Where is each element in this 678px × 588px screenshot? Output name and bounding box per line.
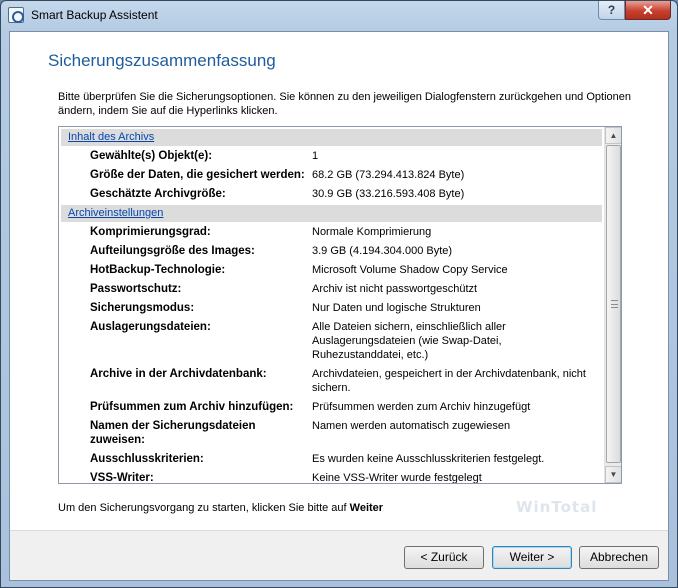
row-key: Archive in der Archivdatenbank: <box>90 368 267 380</box>
row-value: 68.2 GB (73.294.413.824 Byte) <box>312 169 465 181</box>
watermark-logo: WinTotal <box>516 498 598 516</box>
row-value: Es wurden keine Ausschlusskriterien fest… <box>312 453 545 465</box>
intro-text: Bitte überprüfen Sie die Sicherungsoptio… <box>58 91 631 117</box>
scroll-thumb[interactable] <box>606 145 621 463</box>
summary-list[interactable]: Inhalt des Archivs Gewählte(s) Objekt(e)… <box>58 126 622 484</box>
wizard-window: Smart Backup Assistent ? ✕ Sicherungszus… <box>0 0 678 588</box>
summary-row: Auslagerungsdateien: Alle Dateien sicher… <box>59 317 604 364</box>
row-value: Archivdateien, gespeichert in der Archiv… <box>312 368 586 394</box>
link-archive-content[interactable]: Inhalt des Archivs <box>68 131 154 143</box>
row-value: 3.9 GB (4.194.304.000 Byte) <box>312 245 453 257</box>
page-title: Sicherungszusammenfassung <box>48 51 276 70</box>
footer-bold-text: Weiter <box>349 502 384 514</box>
app-icon <box>8 7 24 23</box>
summary-row: Aufteilungsgröße des Images: 3.9 GB (4.1… <box>59 241 604 260</box>
footer-instruction: Um den Sicherungsvorgang zu starten, kli… <box>58 502 383 514</box>
row-key: Passwortschutz: <box>90 283 182 295</box>
row-value: 30.9 GB (33.216.593.408 Byte) <box>312 188 465 200</box>
row-value: 1 <box>312 150 319 162</box>
title-bar[interactable]: Smart Backup Assistent ? ✕ <box>1 1 677 31</box>
summary-row: Namen der Sicherungsdateien zuweisen: Na… <box>59 416 604 449</box>
summary-row: Passwortschutz: Archiv ist nicht passwor… <box>59 279 604 298</box>
back-button[interactable]: < Zurück <box>404 546 484 569</box>
section-header-archive-settings: Archiveinstellungen <box>61 205 602 222</box>
window-title: Smart Backup Assistent <box>31 8 158 22</box>
row-key: Sicherungsmodus: <box>90 302 195 314</box>
summary-row: Geschätzte Archivgröße: 30.9 GB (33.216.… <box>59 184 604 203</box>
summary-row: Größe der Daten, die gesichert werden: 6… <box>59 165 604 184</box>
row-key: Komprimierungsgrad: <box>90 226 211 238</box>
link-archive-settings[interactable]: Archiveinstellungen <box>68 207 163 219</box>
summary-row: Ausschlusskriterien: Es wurden keine Aus… <box>59 449 604 468</box>
row-key: Aufteilungsgröße des Images: <box>90 245 255 257</box>
summary-row: VSS-Writer: Keine VSS-Writer wurde festg… <box>59 468 604 483</box>
footer-divider <box>10 530 668 531</box>
row-value: Microsoft Volume Shadow Copy Service <box>312 264 508 276</box>
summary-row: Sicherungsmodus: Nur Daten und logische … <box>59 298 604 317</box>
row-key: Namen der Sicherungsdateien zuweisen: <box>90 420 256 446</box>
row-key: HotBackup-Technologie: <box>90 264 226 276</box>
title-buttons: ? ✕ <box>598 1 671 21</box>
row-value: Normale Komprimierung <box>312 226 432 238</box>
content-area: Sicherungszusammenfassung Bitte überprüf… <box>10 32 668 530</box>
row-value: Alle Dateien sichern, einschließlich all… <box>312 321 506 361</box>
summary-row: Gewählte(s) Objekt(e): 1 <box>59 146 604 165</box>
row-key: Größe der Daten, die gesichert werden: <box>90 169 305 181</box>
row-key: Geschätzte Archivgröße: <box>90 188 226 200</box>
row-key: Ausschlusskriterien: <box>90 453 204 465</box>
summary-row: HotBackup-Technologie: Microsoft Volume … <box>59 260 604 279</box>
vertical-scrollbar[interactable]: ▲ ▼ <box>604 127 621 483</box>
next-button[interactable]: Weiter > <box>492 546 572 569</box>
help-button[interactable]: ? <box>598 1 625 20</box>
summary-row: Komprimierungsgrad: Normale Komprimierun… <box>59 222 604 241</box>
section-header-archive-content: Inhalt des Archivs <box>61 129 602 146</box>
row-value: Archiv ist nicht passwortgeschützt <box>312 283 478 295</box>
row-key: Prüfsummen zum Archiv hinzufügen: <box>90 401 294 413</box>
row-value: Prüfsummen werden zum Archiv hinzugefügt <box>312 401 531 413</box>
scroll-up-arrow-icon[interactable]: ▲ <box>605 127 621 144</box>
row-key: Auslagerungsdateien: <box>90 321 211 333</box>
footer-text: Um den Sicherungsvorgang zu starten, kli… <box>58 502 350 514</box>
row-value: Namen werden automatisch zugewiesen <box>312 420 511 432</box>
dialog-client: Sicherungszusammenfassung Bitte überprüf… <box>9 31 669 581</box>
row-value: Nur Daten und logische Strukturen <box>312 302 481 314</box>
scroll-grip-icon <box>611 300 618 308</box>
close-button[interactable]: ✕ <box>625 1 671 20</box>
scroll-down-arrow-icon[interactable]: ▼ <box>605 466 621 483</box>
row-value: Keine VSS-Writer wurde festgelegt <box>312 472 482 483</box>
summary-row: Prüfsummen zum Archiv hinzufügen: Prüfsu… <box>59 397 604 416</box>
summary-list-content: Inhalt des Archivs Gewählte(s) Objekt(e)… <box>59 127 604 483</box>
summary-row: Archive in der Archivdatenbank: Archivda… <box>59 364 604 397</box>
row-key: Gewählte(s) Objekt(e): <box>90 150 213 162</box>
row-key: VSS-Writer: <box>90 472 154 483</box>
cancel-button[interactable]: Abbrechen <box>579 546 659 569</box>
